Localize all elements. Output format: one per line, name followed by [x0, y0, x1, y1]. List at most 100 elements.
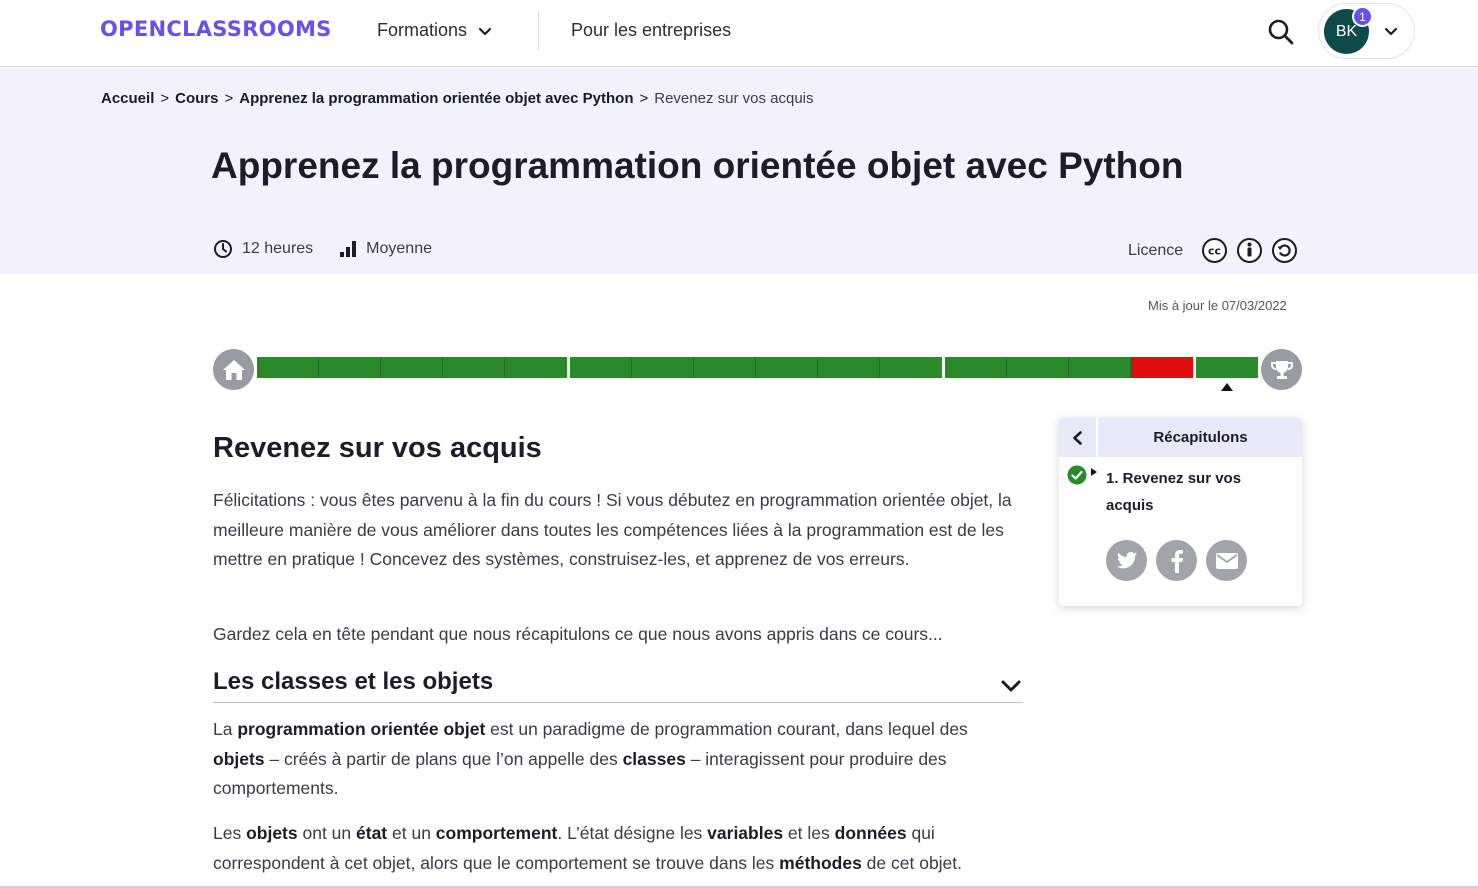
breadcrumb: Accueil > Cours > Apprenez la programmat…	[101, 90, 814, 107]
share-email-button[interactable]	[1206, 540, 1247, 581]
difficulty-bars-icon	[340, 241, 357, 257]
user-menu-button[interactable]: BK 1	[1318, 3, 1415, 59]
progress-part	[570, 357, 942, 378]
progress-part	[945, 357, 1193, 378]
toc-header: Récapitulons	[1059, 418, 1302, 457]
text: La	[213, 719, 238, 739]
text: est un paradigme de programmation couran…	[485, 719, 968, 739]
progress-segment-done[interactable]	[319, 357, 381, 378]
share-buttons	[1106, 540, 1247, 581]
progress-segment-done[interactable]	[1069, 357, 1131, 378]
bold-text: méthodes	[779, 852, 862, 873]
text: Les	[213, 823, 247, 843]
nav-divider	[538, 12, 539, 50]
share-facebook-button[interactable]	[1156, 540, 1197, 581]
search-button[interactable]	[1266, 17, 1296, 47]
breadcrumb-current: Revenez sur vos acquis	[654, 90, 814, 107]
progress-segment-done[interactable]	[381, 357, 443, 378]
toc-title: Récapitulons	[1153, 429, 1248, 446]
chevron-down-icon	[1384, 27, 1398, 36]
course-difficulty-label: Moyenne	[366, 240, 432, 257]
breadcrumb-separator: >	[639, 90, 649, 107]
breadcrumb-separator: >	[224, 90, 234, 107]
bold-text: variables	[707, 823, 784, 843]
toc-item-label: 1. Revenez sur vos acquis	[1106, 470, 1242, 514]
nav-formations-dropdown[interactable]: Formations	[377, 20, 493, 41]
progress-segment-done[interactable]	[818, 357, 880, 378]
nav-entreprises-link[interactable]: Pour les entreprises	[571, 20, 731, 41]
toc-back-button[interactable]	[1059, 418, 1098, 457]
current-chapter-marker	[1221, 383, 1233, 391]
text: et les	[783, 823, 835, 843]
course-meta: 12 heures Moyenne	[213, 239, 458, 259]
progress-segment-done[interactable]	[443, 357, 505, 378]
by-icon[interactable]	[1236, 237, 1263, 264]
top-navigation-bar: OPENCLASSROOMS Formations Pour les entre…	[0, 0, 1478, 67]
progress-segment-done[interactable]	[1007, 357, 1069, 378]
course-completion-button[interactable]	[1261, 349, 1302, 390]
paragraph-oop: La programmation orientée objet est un p…	[213, 715, 1023, 804]
text: et un	[387, 823, 436, 843]
chapter-toc-card: Récapitulons 1. Revenez sur vos acquis	[1059, 418, 1302, 606]
breadcrumb-separator: >	[160, 90, 170, 107]
bold-text: objets	[246, 823, 298, 843]
chevron-down-icon	[478, 27, 492, 35]
progress-segment-done[interactable]	[880, 357, 942, 378]
bold-text: comportement	[435, 823, 558, 843]
progress-part	[1196, 357, 1258, 378]
bold-text: classes	[622, 748, 686, 769]
chevron-down-icon	[1001, 680, 1021, 692]
progress-segment-done[interactable]	[632, 357, 694, 378]
course-home-button[interactable]	[213, 349, 254, 390]
last-updated: Mis à jour le 07/03/2022	[1148, 298, 1287, 313]
facebook-icon	[1171, 549, 1183, 573]
course-progress-bar	[257, 357, 1258, 378]
home-icon	[222, 359, 245, 380]
email-icon	[1215, 552, 1238, 569]
chapter-title: Revenez sur vos acquis	[213, 432, 542, 464]
course-hero: Accueil > Cours > Apprenez la programmat…	[0, 67, 1478, 274]
nav-formations-label: Formations	[377, 20, 468, 40]
bold-text: données	[834, 823, 907, 843]
progress-segment-done[interactable]	[505, 357, 567, 378]
text: – créés à partir de plans que l’on appel…	[264, 748, 623, 769]
breadcrumb-item-course[interactable]: Apprenez la programmation orientée objet…	[239, 90, 633, 107]
course-difficulty: Moyenne	[339, 240, 432, 258]
sa-icon[interactable]	[1271, 237, 1298, 264]
course-licence: Licence cc	[1128, 237, 1298, 264]
chapter-intro: Félicitations : vous êtes parvenu à la f…	[213, 490, 1012, 569]
chapter-intro-2: Gardez cela en tête pendant que nous réc…	[213, 624, 943, 644]
progress-segment-done[interactable]	[756, 357, 818, 378]
progress-segment-done[interactable]	[694, 357, 756, 378]
breadcrumb-item-accueil[interactable]: Accueil	[101, 90, 154, 107]
breadcrumb-item-cours[interactable]: Cours	[175, 90, 218, 107]
paragraph-objects: Les objets ont un état et un comportemen…	[213, 819, 1023, 878]
text: ont un	[297, 823, 357, 843]
progress-part	[257, 357, 567, 378]
course-duration-label: 12 heures	[242, 240, 314, 257]
course-duration: 12 heures	[213, 239, 313, 259]
page-title: Apprenez la programmation orientée objet…	[211, 145, 1184, 186]
bold-text: objets	[213, 748, 265, 769]
trophy-icon	[1270, 360, 1293, 379]
search-icon	[1268, 19, 1294, 45]
progress-segment-done[interactable]	[945, 357, 1007, 378]
notification-badge: 1	[1352, 6, 1373, 27]
text: . L’état désigne les	[557, 823, 708, 843]
clock-icon	[214, 240, 232, 258]
section-classes-objects-toggle[interactable]: Les classes et les objets	[213, 668, 1023, 703]
chevron-left-icon	[1072, 430, 1082, 445]
bold-text: programmation orientée objet	[237, 719, 486, 739]
openclassrooms-logo[interactable]: OPENCLASSROOMS	[100, 17, 332, 41]
current-item-arrow-icon	[1091, 468, 1097, 476]
text: de cet objet.	[861, 852, 963, 873]
progress-segment-fail[interactable]	[1131, 357, 1193, 378]
progress-segment-done[interactable]	[570, 357, 632, 378]
share-twitter-button[interactable]	[1106, 540, 1147, 581]
progress-segment-done[interactable]	[257, 357, 319, 378]
section-title: Les classes et les objets	[213, 668, 494, 695]
bold-text: état	[356, 823, 388, 843]
svg-text:cc: cc	[1208, 245, 1221, 258]
cc-icon[interactable]: cc	[1201, 237, 1228, 264]
progress-segment-done[interactable]	[1196, 357, 1258, 378]
